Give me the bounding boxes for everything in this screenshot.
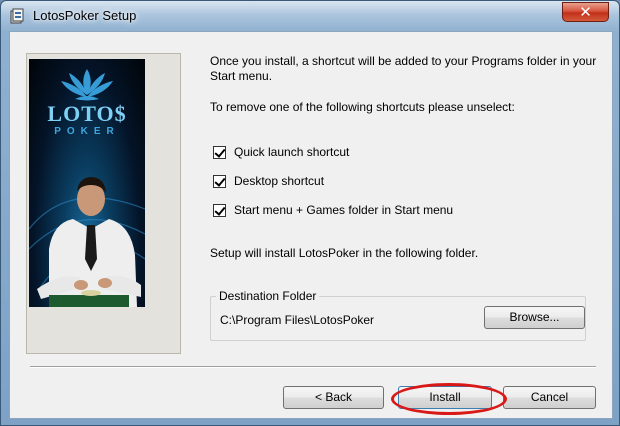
destination-folder-legend: Destination Folder [216, 289, 320, 303]
checkbox-checked-icon[interactable] [213, 174, 226, 188]
install-highlight-annotation [391, 383, 507, 415]
checkbox-label: Desktop shortcut [234, 174, 325, 188]
install-folder-text: Setup will install LotosPoker in the fol… [210, 246, 479, 260]
checkbox-checked-icon[interactable] [213, 203, 226, 217]
remove-shortcuts-prompt: To remove one of the following shortcuts… [210, 100, 515, 114]
title-bar[interactable]: LotosPoker Setup ✕ [1, 1, 619, 31]
banner-logo-subtitle: POKER [54, 126, 120, 137]
window-title: LotosPoker Setup [33, 8, 137, 23]
back-button-label: < Back [314, 390, 353, 404]
checkbox-checked-icon[interactable] [213, 145, 226, 159]
back-button[interactable]: < Back [283, 386, 384, 409]
lotus-logo-icon [29, 69, 145, 307]
lotospoker-banner-image: LOTO$ POKER [29, 59, 145, 307]
browse-button[interactable]: Browse... [484, 306, 585, 329]
checkbox-desktop[interactable]: Desktop shortcut [213, 173, 324, 189]
close-icon[interactable]: ✕ [562, 2, 609, 22]
divider [30, 366, 596, 368]
setup-icon [9, 8, 26, 25]
intro-text: Once you install, a shortcut will be add… [210, 54, 597, 83]
browse-button-label: Browse... [509, 310, 560, 324]
setup-window: LotosPoker Setup ✕ LOTO$ POKER Once you … [0, 0, 620, 426]
checkbox-start-menu[interactable]: Start menu + Games folder in Start menu [213, 202, 453, 218]
banner-logo-text: LOTO$ [47, 101, 127, 126]
checkbox-label: Start menu + Games folder in Start menu [234, 203, 454, 217]
cancel-button[interactable]: Cancel [503, 386, 596, 409]
destination-path: C:\Program Files\LotosPoker [220, 313, 375, 327]
dialog-body: LOTO$ POKER Once you install, a shortcut… [9, 31, 613, 419]
checkbox-label: Quick launch shortcut [234, 145, 350, 159]
cancel-button-label: Cancel [530, 390, 569, 404]
checkbox-quick-launch[interactable]: Quick launch shortcut [213, 144, 349, 160]
